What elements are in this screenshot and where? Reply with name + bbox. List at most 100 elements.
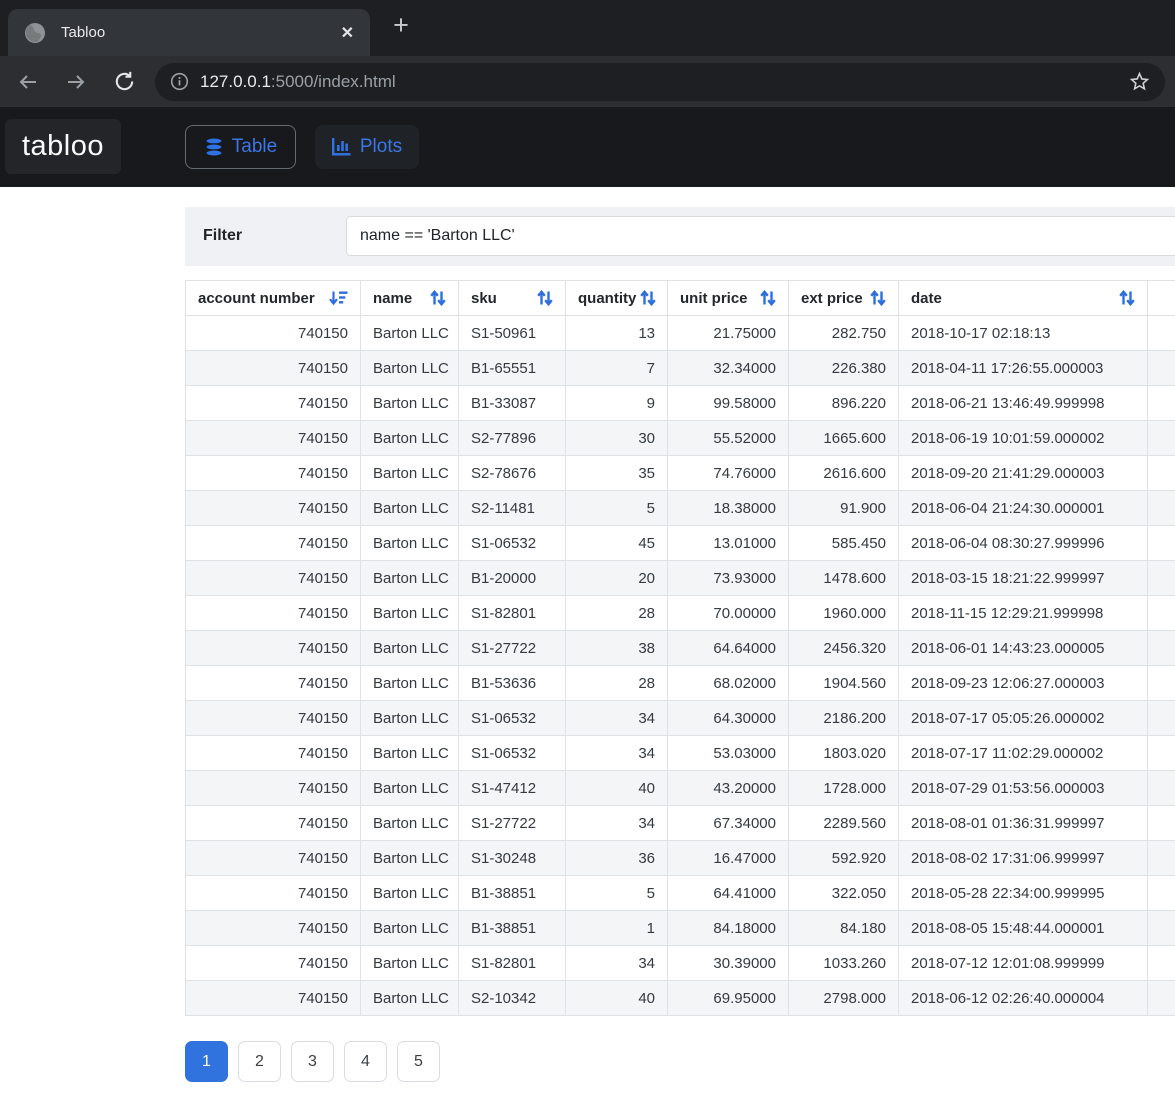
cell-spacer <box>1148 631 1175 666</box>
cell-unit-price: 69.95000 <box>668 981 789 1016</box>
table-row: 740150Barton LLCB1-536362868.020001904.5… <box>186 666 1175 701</box>
table-row: 740150Barton LLCB1-65551732.34000226.380… <box>186 351 1175 386</box>
cell-quantity: 34 <box>566 701 668 736</box>
cell-quantity: 5 <box>566 876 668 911</box>
cell-ext-price: 84.180 <box>789 911 899 946</box>
filter-input[interactable] <box>346 216 1175 256</box>
table-row: 740150Barton LLCS1-065324513.01000585.45… <box>186 526 1175 561</box>
cell-quantity: 5 <box>566 491 668 526</box>
cell-sku: S2-10342 <box>459 981 566 1016</box>
cell-name: Barton LLC <box>361 911 459 946</box>
cell-unit-price: 32.34000 <box>668 351 789 386</box>
cell-ext-price: 896.220 <box>789 386 899 421</box>
cell-name: Barton LLC <box>361 946 459 981</box>
column-header-spacer <box>1148 281 1175 316</box>
cell-sku: S2-77896 <box>459 421 566 456</box>
column-header-name[interactable]: name <box>361 281 459 316</box>
cell-unit-price: 99.58000 <box>668 386 789 421</box>
plots-tab-button[interactable]: Plots <box>315 125 419 169</box>
cell-account-number: 740150 <box>186 421 361 456</box>
pagination: 12345 <box>185 1041 440 1082</box>
column-header-date[interactable]: date <box>899 281 1148 316</box>
cell-sku: S1-06532 <box>459 526 566 561</box>
column-header-sku[interactable]: sku <box>459 281 566 316</box>
cell-account-number: 740150 <box>186 316 361 351</box>
cell-unit-price: 84.18000 <box>668 911 789 946</box>
page-button-1[interactable]: 1 <box>185 1041 228 1082</box>
table-row: 740150Barton LLCS2-103424069.950002798.0… <box>186 981 1175 1016</box>
back-icon[interactable] <box>14 68 42 96</box>
page-button-3[interactable]: 3 <box>291 1041 334 1082</box>
cell-spacer <box>1148 386 1175 421</box>
cell-name: Barton LLC <box>361 316 459 351</box>
cell-ext-price: 1803.020 <box>789 736 899 771</box>
table-row: 740150Barton LLCS1-474124043.200001728.0… <box>186 771 1175 806</box>
cell-name: Barton LLC <box>361 351 459 386</box>
cell-sku: B1-65551 <box>459 351 566 386</box>
cell-name: Barton LLC <box>361 701 459 736</box>
cell-name: Barton LLC <box>361 876 459 911</box>
cell-spacer <box>1148 806 1175 841</box>
column-label: account number <box>198 290 315 307</box>
cell-spacer <box>1148 491 1175 526</box>
column-header-quantity[interactable]: quantity <box>566 281 668 316</box>
sort-toggle-icon <box>870 290 886 306</box>
tab-close-icon[interactable]: ✕ <box>341 23 354 43</box>
cell-name: Barton LLC <box>361 771 459 806</box>
new-tab-icon[interactable]: + <box>384 8 418 42</box>
cell-date: 2018-09-23 12:06:27.000003 <box>899 666 1148 701</box>
cell-sku: B1-53636 <box>459 666 566 701</box>
cell-account-number: 740150 <box>186 351 361 386</box>
table-tab-button[interactable]: Table <box>185 125 296 169</box>
cell-account-number: 740150 <box>186 981 361 1016</box>
cell-spacer <box>1148 981 1175 1016</box>
site-info-icon[interactable] <box>170 72 189 91</box>
column-label: quantity <box>578 290 636 307</box>
cell-unit-price: 64.64000 <box>668 631 789 666</box>
filter-label: Filter <box>203 227 242 245</box>
cell-name: Barton LLC <box>361 491 459 526</box>
cell-date: 2018-10-17 02:18:13 <box>899 316 1148 351</box>
table-row: 740150Barton LLCS1-065323464.300002186.2… <box>186 701 1175 736</box>
cell-ext-price: 1904.560 <box>789 666 899 701</box>
bookmark-star-icon[interactable] <box>1129 71 1150 92</box>
reload-icon[interactable] <box>110 68 138 96</box>
column-header-account-number[interactable]: account number <box>186 281 361 316</box>
cell-date: 2018-06-12 02:26:40.000004 <box>899 981 1148 1016</box>
cell-name: Barton LLC <box>361 666 459 701</box>
page-button-2[interactable]: 2 <box>238 1041 281 1082</box>
column-header-unit-price[interactable]: unit price <box>668 281 789 316</box>
table-row: 740150Barton LLCS2-786763574.760002616.6… <box>186 456 1175 491</box>
cell-account-number: 740150 <box>186 631 361 666</box>
column-header-ext-price[interactable]: ext price <box>789 281 899 316</box>
url-bar[interactable]: 127.0.0.1:5000/index.html <box>155 63 1165 101</box>
cell-quantity: 35 <box>566 456 668 491</box>
cell-date: 2018-11-15 12:29:21.999998 <box>899 596 1148 631</box>
page-button-4[interactable]: 4 <box>344 1041 387 1082</box>
cell-account-number: 740150 <box>186 946 361 981</box>
browser-tab[interactable]: Tabloo ✕ <box>8 9 370 56</box>
cell-date: 2018-06-04 08:30:27.999996 <box>899 526 1148 561</box>
cell-ext-price: 226.380 <box>789 351 899 386</box>
cell-sku: S1-06532 <box>459 701 566 736</box>
cell-ext-price: 2289.560 <box>789 806 899 841</box>
cell-account-number: 740150 <box>186 456 361 491</box>
cell-date: 2018-08-01 01:36:31.999997 <box>899 806 1148 841</box>
cell-sku: S1-82801 <box>459 946 566 981</box>
table-row: 740150Barton LLCS1-277223467.340002289.5… <box>186 806 1175 841</box>
cell-unit-price: 53.03000 <box>668 736 789 771</box>
cell-spacer <box>1148 561 1175 596</box>
page-button-5[interactable]: 5 <box>397 1041 440 1082</box>
cell-unit-price: 73.93000 <box>668 561 789 596</box>
cell-account-number: 740150 <box>186 841 361 876</box>
cell-spacer <box>1148 456 1175 491</box>
cell-spacer <box>1148 596 1175 631</box>
cell-date: 2018-07-12 12:01:08.999999 <box>899 946 1148 981</box>
cell-ext-price: 1960.000 <box>789 596 899 631</box>
cell-name: Barton LLC <box>361 981 459 1016</box>
brand-logo: tabloo <box>5 119 121 174</box>
cell-account-number: 740150 <box>186 561 361 596</box>
cell-unit-price: 16.47000 <box>668 841 789 876</box>
cell-ext-price: 2798.000 <box>789 981 899 1016</box>
forward-icon[interactable] <box>62 68 90 96</box>
